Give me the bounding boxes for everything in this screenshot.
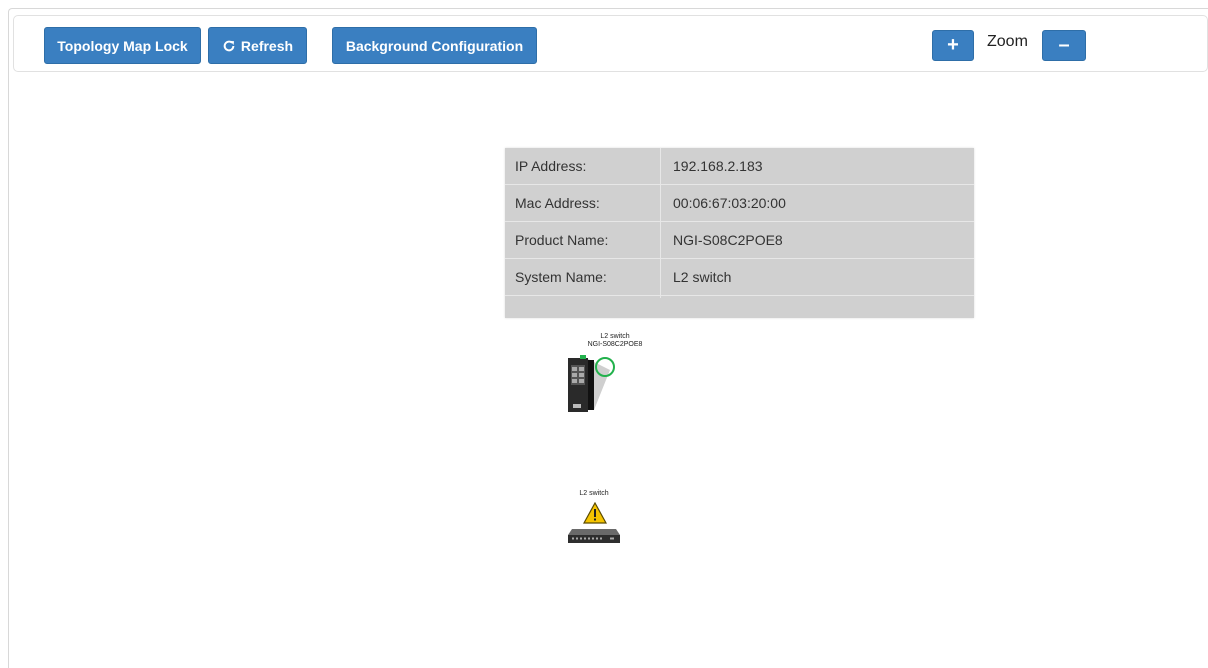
device-info-tooltip: IP Address: 192.168.2.183 Mac Address: 0… bbox=[505, 148, 974, 318]
info-row-system: System Name: L2 switch bbox=[505, 259, 974, 296]
product-name-value: NGI-S08C2POE8 bbox=[673, 232, 783, 248]
background-configuration-label: Background Configuration bbox=[345, 37, 524, 54]
node-2-label: L2 switch bbox=[564, 490, 624, 498]
system-name-value: L2 switch bbox=[673, 269, 732, 285]
topology-map-lock-label: Topology Map Lock bbox=[57, 37, 188, 54]
node-1-system-name: L2 switch bbox=[600, 333, 630, 340]
warning-icon bbox=[582, 501, 608, 524]
background-configuration-button[interactable]: Background Configuration bbox=[332, 27, 537, 64]
mac-address-value: 00:06:67:03:20:00 bbox=[673, 195, 786, 211]
desktop-switch-icon bbox=[568, 529, 620, 543]
refresh-icon bbox=[222, 39, 236, 53]
mac-address-key: Mac Address: bbox=[515, 195, 600, 211]
node-2-device[interactable] bbox=[566, 525, 622, 547]
ip-address-key: IP Address: bbox=[515, 158, 587, 174]
refresh-button[interactable]: Refresh bbox=[208, 27, 307, 64]
plus-icon: + bbox=[947, 34, 959, 56]
product-name-key: Product Name: bbox=[515, 232, 609, 248]
node-1-product-name: NGI-S08C2POE8 bbox=[587, 341, 643, 348]
info-row-mac: Mac Address: 00:06:67:03:20:00 bbox=[505, 185, 974, 222]
topology-map-lock-button[interactable]: Topology Map Lock bbox=[44, 27, 201, 64]
info-row-ip: IP Address: 192.168.2.183 bbox=[505, 148, 974, 185]
system-name-key: System Name: bbox=[515, 269, 607, 285]
node-1-label: L2 switch NGI-S08C2POE8 bbox=[570, 333, 660, 349]
zoom-in-button[interactable]: + bbox=[932, 30, 974, 61]
online-status-icon bbox=[595, 357, 615, 377]
info-row-product: Product Name: NGI-S08C2POE8 bbox=[505, 222, 974, 259]
ip-address-value: 192.168.2.183 bbox=[673, 158, 763, 174]
zoom-out-button[interactable]: – bbox=[1042, 30, 1086, 61]
refresh-label: Refresh bbox=[240, 37, 294, 54]
minus-icon: – bbox=[1058, 34, 1070, 56]
zoom-label: Zoom bbox=[987, 33, 1028, 50]
node-2-system-name: L2 switch bbox=[579, 490, 609, 497]
